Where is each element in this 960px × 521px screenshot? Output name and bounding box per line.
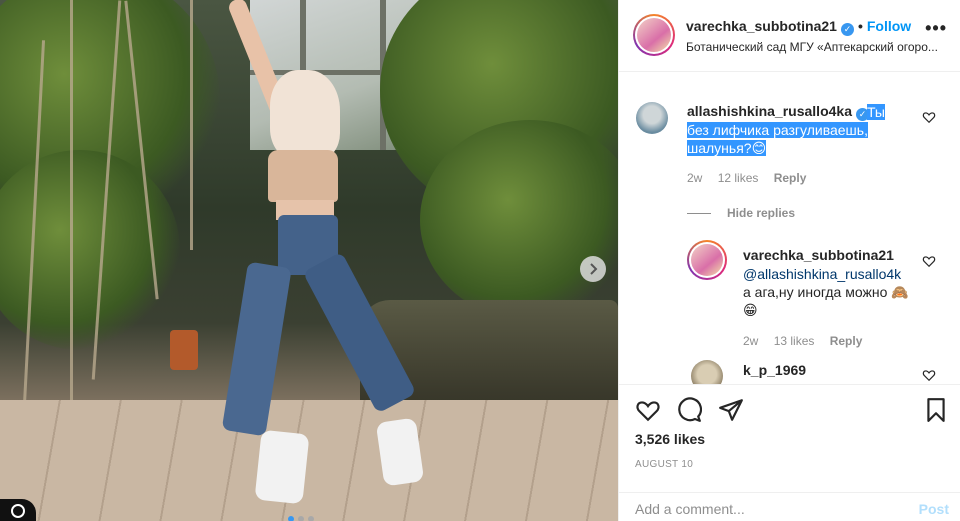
- comment-likes[interactable]: 12 likes: [718, 171, 759, 185]
- post-author-username[interactable]: varechka_subbotina21: [686, 18, 837, 34]
- comments-list: allashishkina_rusallo4ka ✓ Ты без лифчика…: [619, 72, 960, 384]
- avatar[interactable]: [633, 14, 675, 56]
- next-photo-button[interactable]: [580, 256, 606, 282]
- post-comment-button[interactable]: Post: [919, 501, 949, 517]
- more-options-icon[interactable]: •••: [925, 18, 947, 39]
- like-comment-heart-icon[interactable]: [922, 110, 936, 124]
- divider-line: [687, 213, 711, 215]
- reply-meta: 2w 13 likes Reply: [743, 334, 874, 348]
- carousel-dots: [288, 516, 314, 521]
- like-reply-heart-icon[interactable]: [922, 368, 936, 382]
- comment-text: Ты без лифчика разгуливаешь, шалунья?😊: [687, 103, 907, 157]
- follow-button[interactable]: Follow: [867, 18, 911, 34]
- comment-age: 2w: [687, 171, 703, 185]
- vine: [190, 0, 193, 250]
- person-shoe: [254, 429, 310, 505]
- post-location[interactable]: Ботанический сад МГУ «Аптекарский огоро.…: [686, 40, 948, 54]
- reply-button[interactable]: Reply: [830, 334, 863, 348]
- flower-pot: [170, 330, 198, 370]
- vine: [70, 0, 73, 420]
- tiled-floor: [0, 400, 618, 521]
- post-author-line: varechka_subbotina21 ✓ • Follow: [686, 18, 911, 36]
- comment-avatar[interactable]: [636, 102, 668, 134]
- carousel-dot: [308, 516, 314, 521]
- comment-meta: 2w 12 likes Reply: [687, 171, 818, 185]
- foliage: [420, 120, 618, 320]
- reply-button[interactable]: Reply: [774, 171, 807, 185]
- post-header: varechka_subbotina21 ✓ • Follow Ботанически…: [619, 0, 960, 72]
- verified-icon: ✓: [840, 23, 854, 36]
- like-heart-icon[interactable]: [635, 397, 661, 423]
- carousel-dot: [288, 516, 294, 521]
- reply-age: 2w: [743, 334, 759, 348]
- like-reply-heart-icon[interactable]: [922, 254, 936, 268]
- reply-author-username[interactable]: k_p_1969: [743, 362, 806, 378]
- comment-text-highlight: Ты без лифчика разгуливаешь, шалунья?😊: [687, 104, 885, 156]
- comment-bubble-icon[interactable]: [676, 397, 702, 423]
- separator-dot: •: [857, 18, 863, 34]
- person-hair: [270, 70, 340, 160]
- likes-count[interactable]: 3,526 likes: [635, 431, 705, 447]
- post-actions: 3,526 likes AUGUST 10: [619, 384, 960, 492]
- post-sidebar: varechka_subbotina21 ✓ • Follow Ботанически…: [618, 0, 960, 521]
- post-photo[interactable]: [0, 0, 618, 521]
- reply-mention: @allashishkina_rusallo4k: [743, 265, 901, 283]
- user-tag-button[interactable]: [0, 499, 36, 521]
- reply-avatar[interactable]: [691, 360, 723, 384]
- reply-likes[interactable]: 13 likes: [774, 334, 815, 348]
- reply-author-username[interactable]: varechka_subbotina21: [743, 247, 894, 263]
- reply-avatar[interactable]: [687, 240, 727, 280]
- hide-replies-label: Hide replies: [727, 206, 796, 220]
- carousel-dot: [298, 516, 304, 521]
- mention-link[interactable]: @allashishkina_rusallo4k: [743, 266, 901, 282]
- share-paper-plane-icon[interactable]: [718, 397, 744, 423]
- chevron-right-icon: [590, 263, 598, 275]
- reply-text: а ага,ну иногда можно 🙈😁: [743, 284, 909, 318]
- user-icon: [11, 504, 25, 518]
- add-comment-input[interactable]: Add a comment...: [635, 501, 745, 517]
- post-date: AUGUST 10: [635, 459, 694, 470]
- save-bookmark-icon[interactable]: [923, 397, 949, 423]
- add-comment-bar: Add a comment... Post: [619, 492, 960, 521]
- person-top: [268, 150, 338, 202]
- hide-replies-button[interactable]: Hide replies: [687, 206, 795, 220]
